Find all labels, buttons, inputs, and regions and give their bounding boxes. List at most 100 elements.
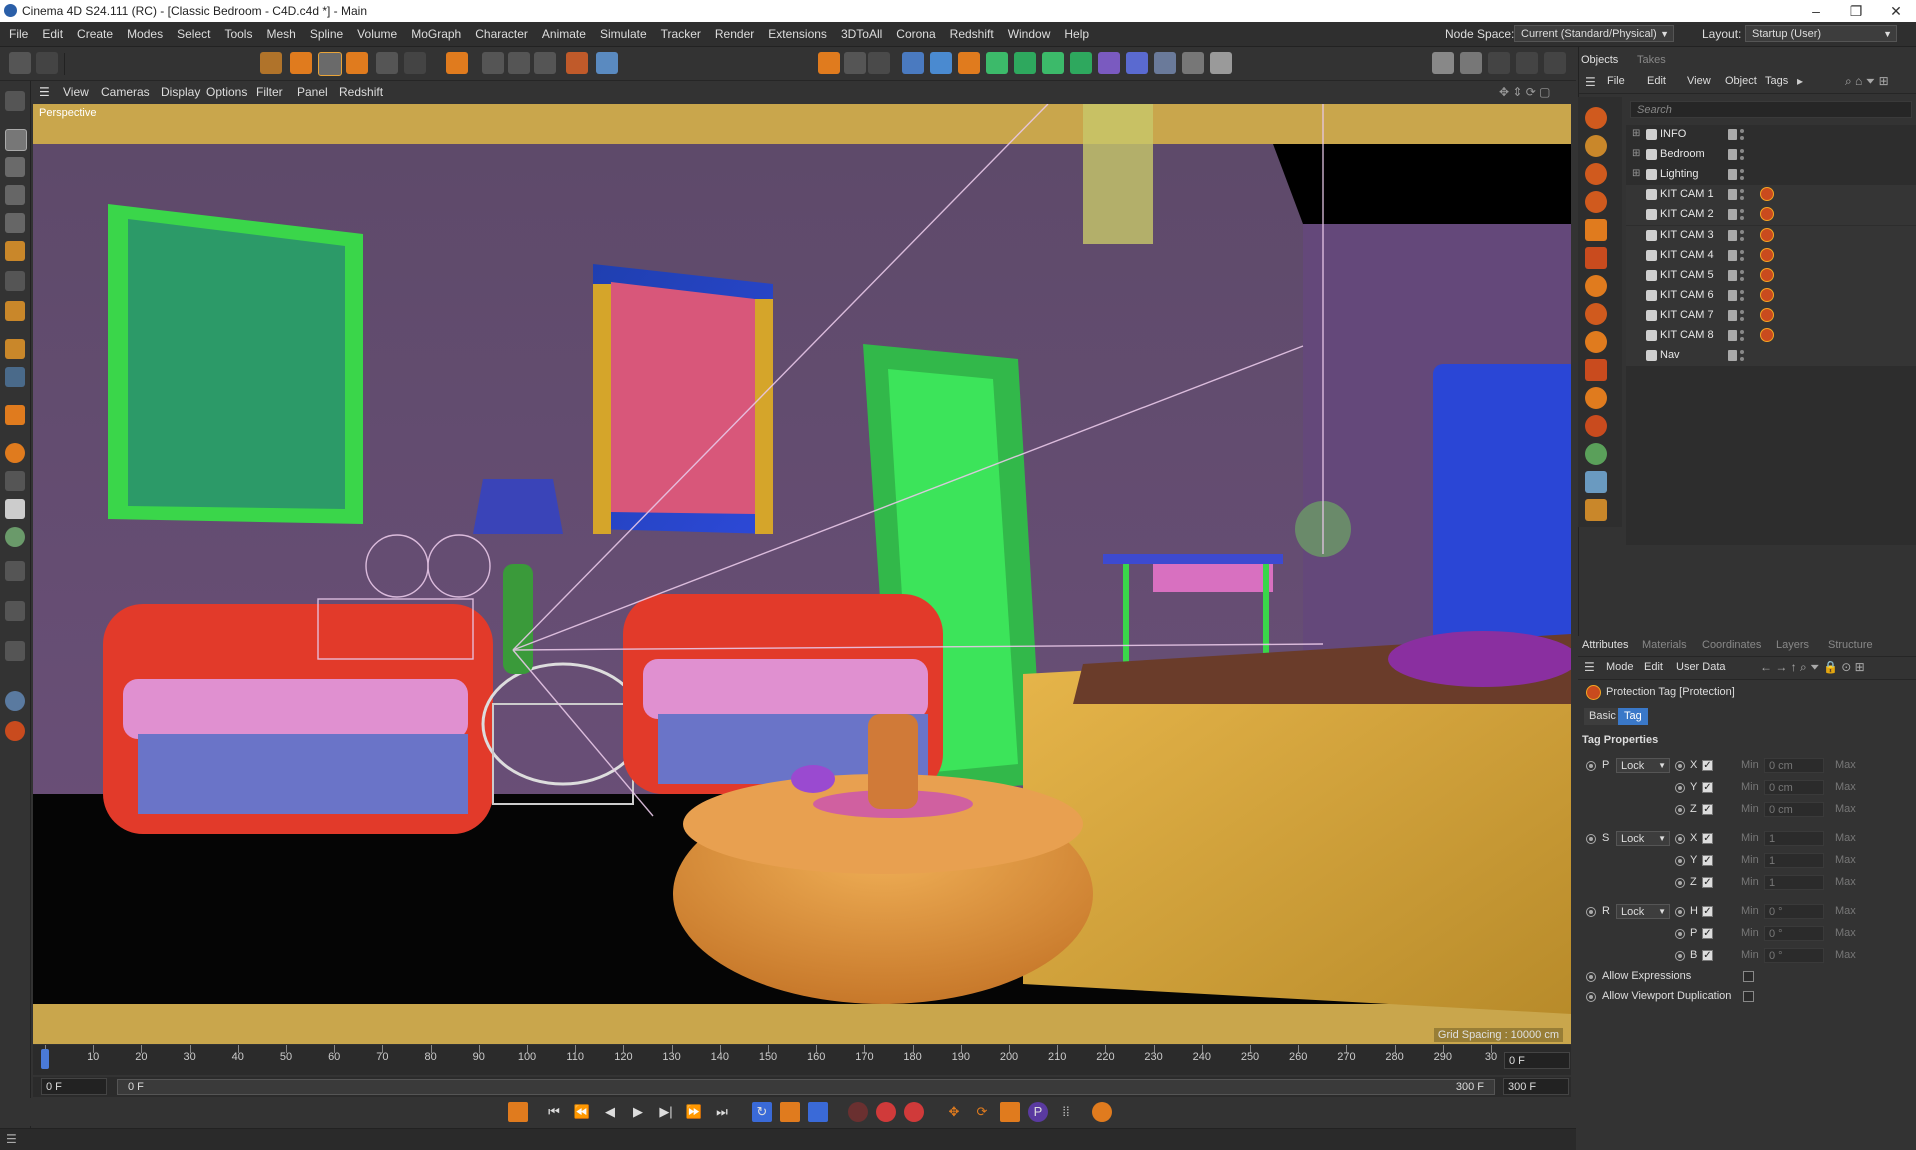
key-rotation-icon[interactable]: ⟳ xyxy=(972,1102,992,1122)
objects-tool-icons[interactable]: ⌕ ⌂ ⏷ ⊞ xyxy=(1845,74,1889,89)
list-item[interactable]: KIT CAM 7 xyxy=(1626,305,1916,326)
viewport-menu-options[interactable]: Options xyxy=(206,85,247,99)
polygons-mode-icon[interactable] xyxy=(5,241,25,261)
key-position-icon[interactable]: ✥ xyxy=(944,1102,964,1122)
protection-tag-icon[interactable] xyxy=(1760,328,1774,342)
previous-frame-icon[interactable]: ◀ xyxy=(600,1102,620,1122)
tab-takes[interactable]: Takes xyxy=(1637,54,1666,66)
animate-radio[interactable] xyxy=(1675,805,1685,815)
min-field[interactable]: 0 ° xyxy=(1764,926,1824,941)
render-visibility-dots[interactable] xyxy=(1740,148,1744,162)
edges-mode-icon[interactable] xyxy=(5,213,25,233)
viewport-menu-view[interactable]: View xyxy=(63,85,89,99)
current-frame-field[interactable]: 0 F xyxy=(1504,1052,1570,1069)
attributes-menu-user-data[interactable]: User Data xyxy=(1676,661,1726,673)
tab-structure[interactable]: Structure xyxy=(1828,639,1873,651)
list-item[interactable]: KIT CAM 6 xyxy=(1626,285,1916,306)
tab-tag[interactable]: Tag xyxy=(1618,708,1648,725)
attributes-nav-icons[interactable]: ← → ↑ ⌕ ⏷ 🔒 ⊙ ⊞ xyxy=(1760,660,1865,675)
attributes-menu-edit[interactable]: Edit xyxy=(1644,661,1663,673)
timeline-ruler[interactable]: 0102030405060708090100110120130140150160… xyxy=(33,1045,1571,1075)
go-to-end-icon[interactable]: ⏭ xyxy=(712,1102,732,1122)
loop-icon[interactable]: ↻ xyxy=(752,1102,772,1122)
visibility-icon[interactable] xyxy=(1728,330,1737,341)
environment-icon[interactable] xyxy=(1585,415,1607,437)
place-tool-icon[interactable] xyxy=(404,52,426,74)
lock-icon[interactable] xyxy=(5,471,25,491)
lock-mode-select[interactable]: Lock ▼ xyxy=(1616,758,1670,773)
hamburger-icon[interactable]: ☰ xyxy=(39,85,50,99)
playhead-handle[interactable] xyxy=(41,1049,49,1069)
render-visibility-dots[interactable] xyxy=(1740,309,1744,323)
axis-lock-checkbox[interactable]: ✓ xyxy=(1702,833,1713,844)
dome-light-icon[interactable] xyxy=(1585,303,1607,325)
list-item[interactable]: KIT CAM 8 xyxy=(1626,326,1916,346)
cube-icon[interactable] xyxy=(930,52,952,74)
corona-logo-icon[interactable] xyxy=(5,721,25,741)
render-region-icon[interactable] xyxy=(818,52,840,74)
magnet-icon[interactable] xyxy=(5,561,25,581)
uv-mode-icon[interactable] xyxy=(5,271,25,291)
object-name[interactable]: INFO xyxy=(1660,128,1686,140)
menu-tracker[interactable]: Tracker xyxy=(654,22,708,46)
redo-icon[interactable] xyxy=(36,52,58,74)
mograph-icon[interactable] xyxy=(1070,52,1092,74)
list-item[interactable]: Nav xyxy=(1626,346,1916,367)
play-icon[interactable]: ▶ xyxy=(628,1102,648,1122)
visibility-icon[interactable] xyxy=(1728,209,1737,221)
tab-materials[interactable]: Materials xyxy=(1642,639,1687,651)
object-name[interactable]: Bedroom xyxy=(1660,148,1705,160)
x-axis-lock-icon[interactable] xyxy=(482,52,504,74)
list-item[interactable]: KIT CAM 2 xyxy=(1626,205,1916,226)
symmetry-icon[interactable] xyxy=(5,641,25,661)
objects-menu-edit[interactable]: Edit xyxy=(1647,75,1666,87)
menu-window[interactable]: Window xyxy=(1001,22,1058,46)
object-name[interactable]: KIT CAM 7 xyxy=(1660,309,1714,321)
tab-basic[interactable]: Basic xyxy=(1584,708,1621,725)
axis-lock-checkbox[interactable]: ✓ xyxy=(1702,804,1713,815)
go-to-start-icon[interactable]: ⏮ xyxy=(544,1102,564,1122)
animate-radio[interactable] xyxy=(1675,783,1685,793)
list-item[interactable]: KIT CAM 5 xyxy=(1626,265,1916,286)
visibility-icon[interactable] xyxy=(1728,129,1737,140)
3d-viewport[interactable]: Perspective Grid Spacing : 10000 cm xyxy=(33,104,1571,1044)
hamburger-icon[interactable]: ☰ xyxy=(1585,75,1596,89)
aov-icon[interactable] xyxy=(1585,443,1607,465)
axis-lock-checkbox[interactable]: ✓ xyxy=(1702,782,1713,793)
subdivision-icon[interactable] xyxy=(986,52,1008,74)
render-visibility-dots[interactable] xyxy=(1740,128,1744,142)
animate-radio[interactable] xyxy=(1675,761,1685,771)
viewport-menu-redshift[interactable]: Redshift xyxy=(339,85,383,99)
visibility-icon[interactable] xyxy=(1728,149,1737,161)
key-parameter-icon[interactable]: P xyxy=(1028,1102,1048,1122)
sound-icon[interactable] xyxy=(808,1102,828,1122)
visibility-icon[interactable] xyxy=(1728,249,1737,261)
min-field[interactable]: 0 cm xyxy=(1764,780,1824,795)
render-view-icon[interactable] xyxy=(844,52,866,74)
rotate-tool-icon[interactable] xyxy=(318,52,342,76)
key-pla-icon[interactable]: ⁞⁞ xyxy=(1056,1102,1076,1122)
workplane-icon[interactable] xyxy=(5,339,25,359)
key-scale-icon[interactable] xyxy=(1000,1102,1020,1122)
undo-icon[interactable] xyxy=(9,52,31,74)
previous-key-icon[interactable]: ⏪ xyxy=(572,1102,592,1122)
maximize-icon[interactable]: ❐ xyxy=(1836,1,1876,21)
motion-system-icon[interactable] xyxy=(1092,1102,1112,1122)
visibility-icon[interactable] xyxy=(1728,269,1737,281)
record-position-icon[interactable] xyxy=(848,1102,868,1122)
objects-menu-view[interactable]: View xyxy=(1687,75,1711,87)
object-name[interactable]: Nav xyxy=(1660,349,1680,361)
manager-icon[interactable] xyxy=(1585,107,1607,129)
viewport-navigate-icons[interactable]: ✥ ⇕ ⟳ ▢ xyxy=(1499,85,1551,99)
protection-tag-icon[interactable] xyxy=(1760,307,1774,322)
start-frame-field[interactable]: 0 F xyxy=(41,1078,107,1095)
render-visibility-dots[interactable] xyxy=(1740,229,1744,243)
min-field[interactable]: 1 xyxy=(1764,875,1824,890)
animate-radio[interactable] xyxy=(1586,972,1596,982)
expand-icon[interactable]: ⊞ xyxy=(1632,168,1640,179)
protection-tag-icon[interactable] xyxy=(1760,267,1774,282)
menu-mesh[interactable]: Mesh xyxy=(259,22,302,46)
z-axis-lock-icon[interactable] xyxy=(534,52,556,74)
render-visibility-dots[interactable] xyxy=(1740,208,1744,222)
camera-icon[interactable] xyxy=(1182,52,1204,74)
